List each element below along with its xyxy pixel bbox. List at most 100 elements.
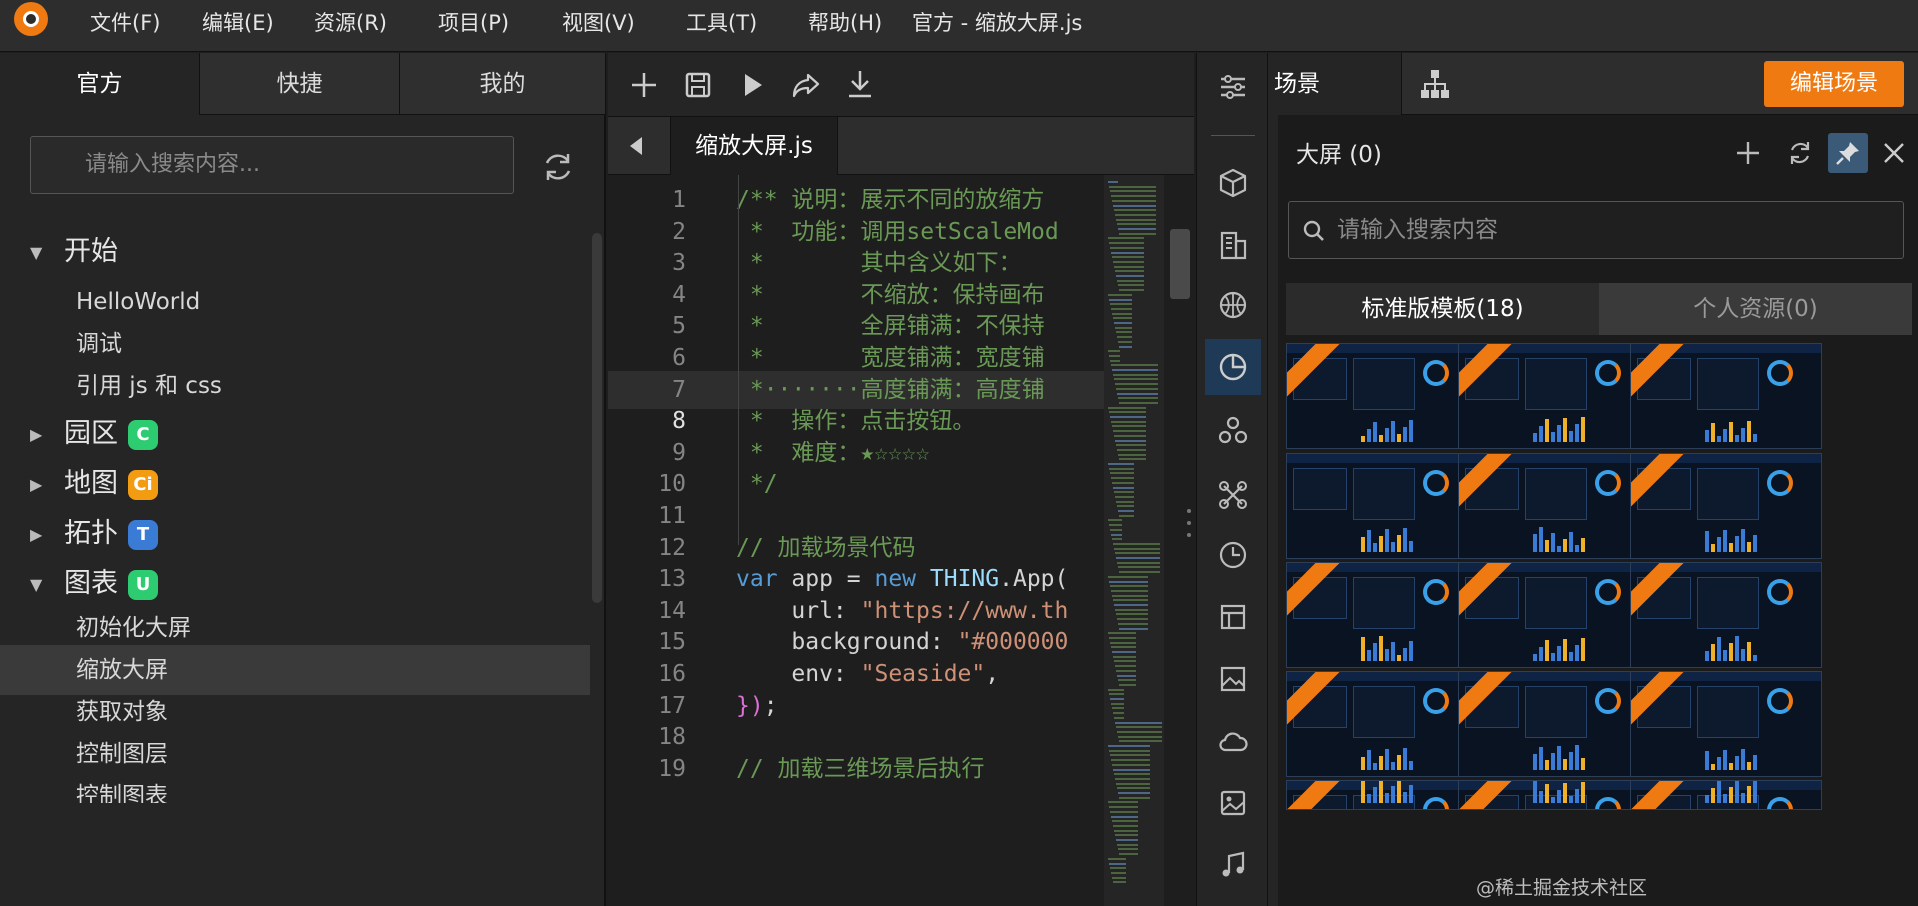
thumb-donut (1767, 470, 1793, 496)
left-scrollbar[interactable] (592, 233, 602, 603)
minimap[interactable] (1104, 175, 1164, 906)
tree-group-topology[interactable]: ▶ 拓扑 T (30, 509, 158, 559)
tab-official[interactable]: 官方 (0, 53, 200, 115)
thumb-bar (1717, 537, 1721, 552)
minimap-line (1109, 806, 1138, 809)
building-icon[interactable] (1205, 217, 1261, 273)
layout-icon[interactable] (1205, 589, 1261, 645)
thumb-bar (1385, 529, 1389, 552)
splitter-handle-icon[interactable] (1186, 503, 1192, 543)
template-thumbnail[interactable] (1458, 343, 1650, 449)
add-icon[interactable] (624, 65, 664, 105)
share-icon[interactable] (786, 65, 826, 105)
chart-pie-icon[interactable] (1205, 339, 1261, 395)
run-icon[interactable] (732, 65, 772, 105)
template-thumbnail[interactable] (1458, 453, 1650, 559)
tab-scene[interactable]: 场景 (1268, 53, 1402, 115)
template-thumbnail[interactable] (1630, 780, 1822, 810)
template-thumbnail[interactable] (1458, 671, 1650, 777)
thumb-bar (1361, 757, 1365, 770)
tree-item-control-chart[interactable]: 控制图表 (0, 771, 590, 803)
menu-bar: 文件(F) 编辑(E) 资源(R) 项目(P) 视图(V) 工具(T) 帮助(H… (0, 0, 1918, 52)
template-search-input[interactable]: 请输入搜索内容 (1288, 201, 1904, 259)
thumb-bar (1717, 781, 1721, 803)
minimap-line (1118, 679, 1136, 682)
basketball-icon[interactable] (1205, 277, 1261, 333)
template-thumbnail[interactable] (1630, 671, 1822, 777)
file-tab[interactable]: 缩放大屏.js (670, 117, 838, 175)
tab-back-icon[interactable] (616, 125, 656, 167)
thumb-donut (1595, 470, 1621, 496)
code-token: "https://www.th (860, 597, 1069, 624)
line-number: 19 (658, 755, 686, 782)
refresh-icon[interactable] (538, 147, 578, 187)
code-line[interactable]: 19 // 加载三维场景后执行 (608, 750, 1104, 788)
photo-icon[interactable] (1205, 775, 1261, 831)
close-icon[interactable] (1874, 133, 1914, 173)
save-icon[interactable] (678, 65, 718, 105)
template-thumbnail[interactable] (1630, 562, 1822, 668)
thumb-bar (1397, 535, 1401, 552)
minimap-line (1119, 232, 1156, 235)
menu-help[interactable]: 帮助(H) (808, 6, 882, 40)
minimap-line (1111, 251, 1144, 254)
menu-file[interactable]: 文件(F) (90, 6, 160, 40)
editor-scrollbar[interactable] (1170, 229, 1190, 299)
sync-icon[interactable] (1780, 133, 1820, 173)
code-area[interactable]: 1/** 说明：展示不同的放缩方 2 * 功能：调用setScaleMod 3 * … (608, 175, 1104, 906)
template-thumbnail[interactable] (1286, 562, 1478, 668)
template-thumbnail[interactable] (1286, 453, 1478, 559)
tree-item-include-js-css[interactable]: 引用 js 和 css (0, 361, 590, 411)
menu-tools[interactable]: 工具(T) (686, 6, 757, 40)
thumb-bar (1367, 794, 1371, 803)
template-thumbnail[interactable] (1630, 453, 1822, 559)
pin-icon[interactable] (1828, 133, 1868, 173)
minimap-line (1112, 594, 1148, 597)
thumb-bar (1391, 762, 1395, 770)
image-icon[interactable] (1205, 651, 1261, 707)
add-icon[interactable] (1728, 133, 1768, 173)
clock-pie-icon[interactable] (1205, 527, 1261, 583)
tree-group-label: 拓扑 (64, 518, 118, 549)
tree-group-campus[interactable]: ▶ 园区 C (30, 409, 158, 459)
cloud-icon[interactable] (1205, 713, 1261, 769)
thumb-bar (1569, 652, 1573, 661)
tree-group-map[interactable]: ▶ 地图 Ci (30, 459, 158, 509)
sliders-icon[interactable] (1205, 59, 1261, 115)
minimap-line (1109, 354, 1120, 357)
menu-view[interactable]: 视图(V) (562, 6, 635, 40)
thumb-bar (1403, 427, 1407, 442)
code-token: env: (736, 661, 861, 687)
drone-icon[interactable] (1205, 467, 1261, 523)
minimap-line (1113, 768, 1150, 771)
menu-project[interactable]: 项目(P) (438, 6, 509, 40)
code-token: *·······高度铺满：高度铺 (736, 376, 1045, 403)
topology-icon[interactable] (1416, 65, 1454, 103)
tab-personal-resources[interactable]: 个人资源(0) (1599, 283, 1912, 335)
thumb-bar (1581, 417, 1585, 442)
search-input[interactable]: 请输入搜索内容... (30, 136, 514, 194)
minimap-line (1117, 618, 1148, 621)
cube-icon[interactable] (1205, 155, 1261, 211)
minimap-line (1115, 721, 1162, 724)
template-thumbnail[interactable] (1286, 343, 1478, 449)
minimap-line (1113, 430, 1146, 433)
minimap-line (1110, 303, 1132, 306)
download-icon[interactable] (840, 65, 880, 105)
tree-group-chart[interactable]: ▼ 图表 U (30, 559, 158, 609)
template-thumbnail[interactable] (1458, 780, 1650, 810)
tab-mine[interactable]: 我的 (400, 53, 606, 115)
edit-scene-button[interactable]: 编辑场景 (1764, 61, 1904, 107)
menu-edit[interactable]: 编辑(E) (202, 6, 274, 40)
tree-group-start[interactable]: ▼ 开始 (30, 227, 118, 277)
tab-standard-templates[interactable]: 标准版模板(18) (1286, 283, 1599, 335)
template-thumbnail[interactable] (1458, 562, 1650, 668)
template-thumbnail[interactable] (1286, 780, 1478, 810)
tab-shortcut[interactable]: 快捷 (200, 53, 400, 115)
molecule-icon[interactable] (1205, 403, 1261, 459)
template-thumbnail[interactable] (1630, 343, 1822, 449)
menu-resources[interactable]: 资源(R) (314, 6, 387, 40)
music-icon[interactable] (1205, 837, 1261, 893)
minimap-line (1113, 599, 1148, 602)
template-thumbnail[interactable] (1286, 671, 1478, 777)
